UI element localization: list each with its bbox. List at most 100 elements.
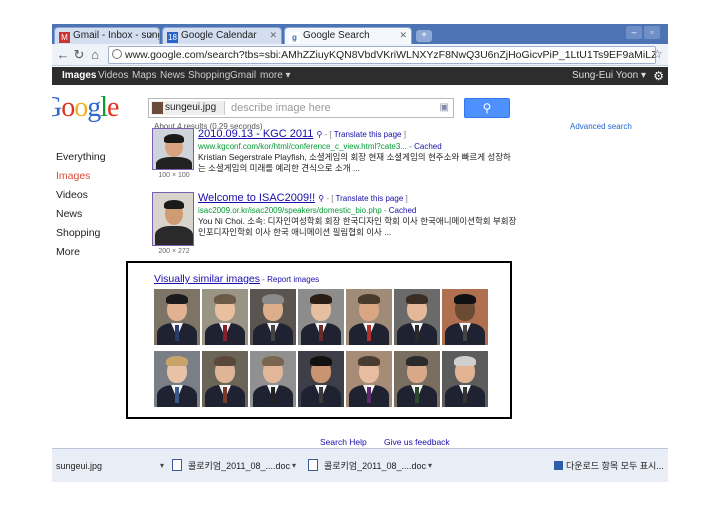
download-item[interactable]: sungeui.jpg ▾	[56, 457, 164, 475]
result-url: isac2009.or.kr/isac2009/speakers/domesti…	[198, 206, 382, 215]
similar-image-thumbnail[interactable]	[394, 289, 440, 345]
image-chip[interactable]: sungeui.jpg	[151, 101, 225, 115]
tab-gmail[interactable]: MGmail - Inbox - sungeui ✕	[54, 27, 160, 44]
similar-image-thumbnail[interactable]	[250, 289, 296, 345]
similar-images-header: Visually similar images - Report images	[154, 273, 319, 285]
user-menu[interactable]: Sung-Eui Yoon ▾	[572, 67, 646, 85]
result-snippet: You Ni Choi. 소속: 디자인여성학회 회장 한국디자인 학회 이사 …	[198, 216, 517, 237]
cached-link[interactable]: Cached	[389, 206, 417, 215]
google-icon: g	[289, 32, 300, 43]
sidebar-item-images[interactable]: Images	[56, 170, 90, 182]
search-button[interactable]: ⚲	[464, 98, 510, 118]
gbar-more[interactable]: more ▾	[260, 67, 291, 85]
google-logo[interactable]: Google	[52, 92, 119, 123]
download-filename: 콜로키엄_2011_08_....doc	[188, 461, 291, 471]
dropdown-arrow-icon[interactable]: ▾	[428, 457, 432, 475]
sidebar-item-everything[interactable]: Everything	[56, 151, 106, 163]
similar-image-thumbnail[interactable]	[442, 351, 488, 407]
download-filename: sungeui.jpg	[56, 461, 103, 471]
translate-link[interactable]: Translate this page	[336, 194, 404, 203]
toolbar: ← ↻ ⌂ www.google.com/search?tbs=sbi:AMhZ…	[52, 44, 668, 66]
home-icon[interactable]: ⌂	[88, 47, 102, 63]
similar-image-thumbnail[interactable]	[202, 289, 248, 345]
tab-label: Google Search	[303, 30, 370, 41]
similar-image-thumbnail[interactable]	[202, 351, 248, 407]
similar-image-thumbnail[interactable]	[298, 351, 344, 407]
search-placeholder: describe image here	[231, 102, 331, 114]
close-icon[interactable]: ✕	[147, 28, 155, 43]
report-images-link[interactable]: Report images	[267, 275, 319, 284]
gbar-gmail[interactable]: Gmail	[230, 67, 256, 85]
new-tab-button[interactable]: +	[416, 30, 432, 42]
image-chip-label: sungeui.jpg	[165, 102, 217, 113]
gbar-maps[interactable]: Maps	[132, 67, 156, 85]
similar-image-thumbnail[interactable]	[250, 351, 296, 407]
similar-image-thumbnail[interactable]	[154, 351, 200, 407]
cached-link[interactable]: Cached	[414, 142, 442, 151]
search-help-link[interactable]: Search Help	[320, 437, 367, 447]
sidebar-item-shopping[interactable]: Shopping	[56, 227, 100, 239]
result-url-row: www.kgconf.com/kor/html/conference_c_vie…	[198, 142, 442, 151]
gbar-shopping[interactable]: Shopping	[188, 67, 230, 85]
document-icon	[172, 459, 182, 471]
result-title[interactable]: Welcome to ISAC2009!!	[198, 192, 315, 204]
gbar-news[interactable]: News	[160, 67, 185, 85]
result-title-row: Welcome to ISAC2009!! ⚲ - [ Translate th…	[198, 192, 408, 204]
restore-icon[interactable]: ▫	[644, 26, 660, 39]
gbar-images[interactable]: Images	[62, 67, 96, 85]
similar-images-link[interactable]: Visually similar images	[154, 273, 260, 285]
result-item: 200 × 272 Welcome to ISAC2009!! ⚲ - [ Tr…	[152, 192, 516, 262]
similar-image-thumbnail[interactable]	[154, 289, 200, 345]
tab-google-search[interactable]: g Google Search ✕	[284, 27, 412, 44]
gmail-icon: M	[59, 32, 70, 43]
similar-image-thumbnail[interactable]	[394, 351, 440, 407]
similar-image-thumbnail[interactable]	[346, 351, 392, 407]
dropdown-arrow-icon[interactable]: ▾	[160, 457, 164, 475]
result-snippet: Kristian Segerstrale Playfish, 소셜게임의 회장 …	[198, 152, 511, 173]
reload-icon[interactable]: ↻	[72, 47, 86, 63]
result-thumbnail[interactable]	[152, 128, 194, 170]
similar-image-thumbnail[interactable]	[346, 289, 392, 345]
result-url-row: isac2009.or.kr/isac2009/speakers/domesti…	[198, 206, 417, 215]
star-icon[interactable]: ☆	[652, 47, 663, 61]
camera-icon[interactable]: ▣	[440, 102, 449, 113]
url-text: www.google.com/search?tbs=sbi:AMhZZiuyKQ…	[125, 49, 655, 61]
result-thumbnail[interactable]	[152, 192, 194, 246]
feedback-link[interactable]: Give us feedback	[384, 437, 450, 447]
gbar-videos[interactable]: Videos	[98, 67, 128, 85]
magnifier-icon[interactable]: ⚲	[318, 194, 324, 203]
search-icon: ⚲	[482, 101, 492, 115]
download-item[interactable]: 콜로키엄_2011_08_....doc ▾	[172, 457, 296, 475]
download-filename: 콜로키엄_2011_08_....doc	[324, 461, 427, 471]
sidebar-item-videos[interactable]: Videos	[56, 189, 88, 201]
back-icon[interactable]: ←	[56, 47, 70, 63]
address-bar[interactable]: www.google.com/search?tbs=sbi:AMhZZiuyKQ…	[108, 46, 656, 64]
dropdown-arrow-icon[interactable]: ▾	[292, 457, 296, 475]
download-item[interactable]: 콜로키엄_2011_08_....doc ▾	[308, 457, 432, 475]
close-icon[interactable]: ✕	[399, 28, 407, 43]
downloads-bar: sungeui.jpg ▾ 콜로키엄_2011_08_....doc ▾ 콜로키…	[52, 448, 668, 482]
sidebar-item-news[interactable]: News	[56, 208, 82, 220]
document-icon	[308, 459, 318, 471]
translate-link[interactable]: Translate this page	[334, 130, 402, 139]
magnifier-icon[interactable]: ⚲	[316, 130, 322, 139]
sidebar-item-more[interactable]: More	[56, 246, 80, 258]
result-title[interactable]: 2010.09.13 - KGC 2011	[198, 128, 313, 140]
tab-calendar[interactable]: 18 Google Calendar ✕	[162, 27, 282, 44]
minimize-icon[interactable]: –	[626, 26, 642, 39]
result-dimensions: 200 × 272	[158, 248, 190, 255]
show-all-label: 다운로드 항목 모두 표시...	[566, 461, 664, 471]
tab-strip: MGmail - Inbox - sungeui ✕ 18Google Cale…	[52, 24, 668, 44]
close-icon[interactable]: ✕	[269, 28, 277, 43]
result-url: www.kgconf.com/kor/html/conference_c_vie…	[198, 142, 407, 151]
show-all-downloads-link[interactable]: 다운로드 항목 모두 표시...	[554, 457, 664, 475]
similar-image-thumbnail[interactable]	[442, 289, 488, 345]
google-bar: Images Videos Maps News Shopping Gmail m…	[52, 67, 668, 85]
advanced-search-link[interactable]: Advanced search	[570, 122, 632, 131]
search-input[interactable]: sungeui.jpg describe image here ▣	[148, 98, 454, 118]
similar-image-thumbnail[interactable]	[298, 289, 344, 345]
gear-icon[interactable]: ⚙	[653, 67, 664, 85]
logo-text: Google	[52, 92, 119, 123]
globe-icon	[112, 49, 122, 59]
result-item: 100 × 100 2010.09.13 - KGC 2011 ⚲ - [ Tr…	[152, 128, 512, 188]
